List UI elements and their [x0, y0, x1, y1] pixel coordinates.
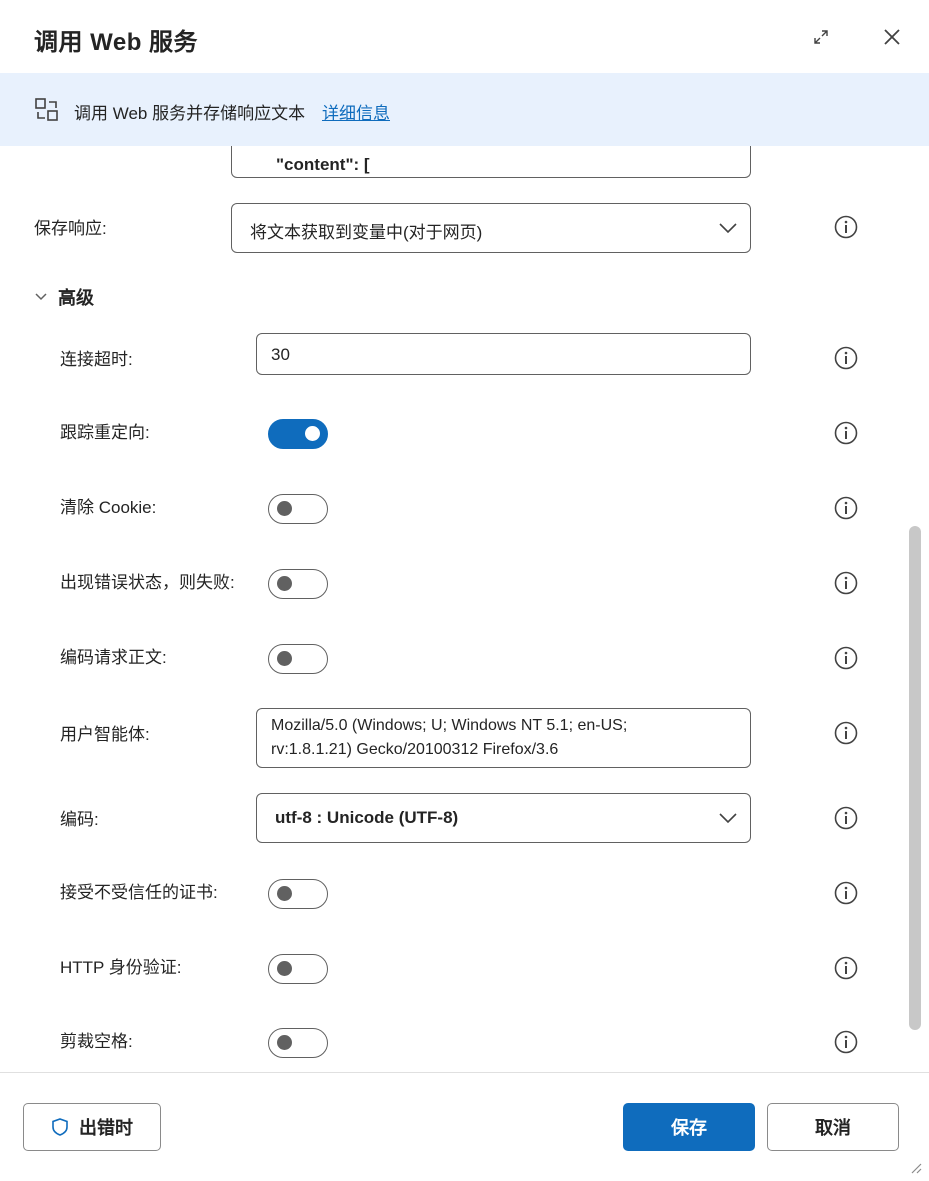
clear-cookie-label: 清除 Cookie:: [60, 498, 157, 517]
info-icon[interactable]: [834, 721, 858, 745]
info-icon[interactable]: [834, 1030, 858, 1054]
save-response-select[interactable]: 将文本获取到变量中(对于网页): [231, 203, 751, 253]
toggle-knob: [277, 961, 292, 976]
advanced-section-title: 高级: [58, 288, 94, 308]
info-icon[interactable]: [834, 346, 858, 370]
accept-untrusted-toggle[interactable]: [268, 879, 328, 909]
info-icon[interactable]: [834, 215, 858, 239]
info-icon[interactable]: [834, 421, 858, 445]
request-body-text: "content": [: [276, 155, 370, 174]
toggle-knob: [277, 651, 292, 666]
fail-on-error-label: 出现错误状态，则失败:: [60, 573, 235, 592]
user-agent-input[interactable]: Mozilla/5.0 (Windows; U; Windows NT 5.1;…: [256, 708, 751, 768]
on-error-button[interactable]: 出错时: [23, 1103, 161, 1151]
http-auth-label: HTTP 身份验证:: [60, 958, 182, 977]
toggle-knob: [277, 886, 292, 901]
follow-redirects-label: 跟踪重定向:: [60, 423, 150, 442]
encode-body-toggle[interactable]: [268, 644, 328, 674]
footer-divider: [0, 1072, 929, 1073]
connection-timeout-label: 连接超时:: [60, 350, 133, 369]
info-icon[interactable]: [834, 956, 858, 980]
save-response-label: 保存响应:: [34, 219, 107, 238]
user-agent-line-1: Mozilla/5.0 (Windows; U; Windows NT 5.1;…: [271, 717, 628, 734]
advanced-section-toggle[interactable]: 高级: [34, 284, 94, 310]
save-button[interactable]: 保存: [623, 1103, 755, 1151]
fail-on-error-toggle[interactable]: [268, 569, 328, 599]
trim-whitespace-toggle[interactable]: [268, 1028, 328, 1058]
info-icon[interactable]: [834, 496, 858, 520]
toggle-knob: [277, 1035, 292, 1050]
cancel-button[interactable]: 取消: [767, 1103, 899, 1151]
encode-body-label: 编码请求正文:: [60, 648, 167, 667]
info-icon[interactable]: [834, 806, 858, 830]
encoding-value: utf-8 : Unicode (UTF-8): [275, 808, 459, 827]
info-icon[interactable]: [834, 646, 858, 670]
connection-timeout-value: 30: [271, 345, 290, 364]
user-agent-label: 用户智能体:: [60, 725, 150, 744]
http-auth-toggle[interactable]: [268, 954, 328, 984]
clear-cookie-toggle[interactable]: [268, 494, 328, 524]
encoding-select[interactable]: utf-8 : Unicode (UTF-8): [256, 793, 751, 843]
on-error-label: 出错时: [79, 1118, 133, 1138]
chevron-down-icon: [719, 813, 737, 824]
user-agent-line-2: rv:1.8.1.21) Gecko/20100312 Firefox/3.6: [271, 741, 559, 758]
connection-timeout-input[interactable]: 30: [256, 333, 751, 375]
toggle-knob: [277, 501, 292, 516]
save-response-value: 将文本获取到变量中(对于网页): [250, 223, 483, 242]
chevron-down-icon: [719, 223, 737, 234]
chevron-down-icon: [35, 293, 47, 301]
scrollbar-thumb[interactable]: [909, 526, 921, 1030]
shield-icon: [52, 1118, 68, 1136]
trim-whitespace-label: 剪裁空格:: [60, 1032, 133, 1051]
info-icon[interactable]: [834, 571, 858, 595]
toggle-knob: [305, 426, 320, 441]
form-scroll-area[interactable]: "content": [ 保存响应: 将文本获取到变量中(对于网页) 高级 连接…: [0, 0, 929, 1072]
accept-untrusted-label: 接受不受信任的证书:: [60, 883, 218, 902]
dialog: 调用 Web 服务 调用 Web 服务并存储响应文本 详细信息 "content…: [0, 0, 929, 1181]
follow-redirects-toggle[interactable]: [268, 419, 328, 449]
resize-grip-icon[interactable]: [908, 1160, 922, 1174]
info-icon[interactable]: [834, 881, 858, 905]
encoding-label: 编码:: [60, 810, 99, 829]
toggle-knob: [277, 576, 292, 591]
